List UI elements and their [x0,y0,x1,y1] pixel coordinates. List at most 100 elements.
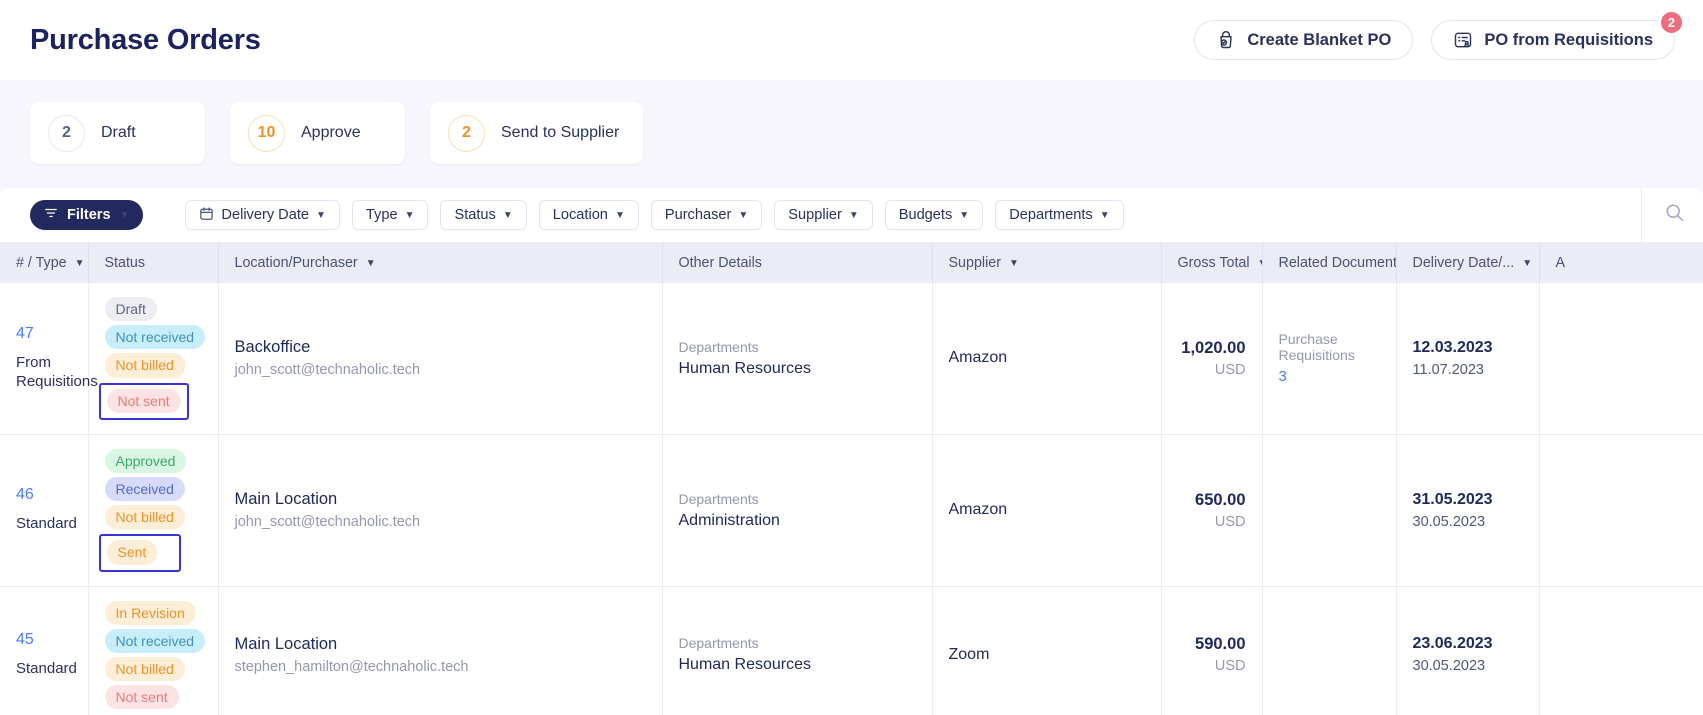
po-number-link[interactable]: 45 [16,631,72,649]
filter-bar: Filters ▼ Delivery Date ▼ Type ▼ Status … [0,188,1703,242]
cell-gross-total: 650.00 USD [1161,434,1263,587]
gross-total-amount: 650.00 [1195,490,1246,509]
column-label: Gross Total [1177,254,1250,271]
status-badge: Not received [104,628,206,653]
po-type: Standard [16,515,77,533]
location-name: Main Location [234,634,338,653]
po-from-requisitions-button[interactable]: PO from Requisitions [1431,20,1675,60]
stat-label-approve: Approve [301,124,361,141]
column-label: Related Documents, # [1278,254,1396,271]
status-badge: Not sent [106,388,181,413]
status-badge: Approved [104,448,187,473]
delivery-date: 12.03.2023 [1412,338,1493,356]
status-badge-list: Approved Received Not billed Sent [98,448,202,572]
column-label: Delivery Date/... [1412,254,1515,271]
filter-chip-type[interactable]: Type ▼ [351,200,429,230]
po-type: Standard [16,660,77,678]
filter-chip-budgets[interactable]: Budgets ▼ [884,200,984,230]
status-summary-cards: 2 Draft 10 Approve 2 Send to Supplier [0,102,1703,164]
gross-total-amount: 590.00 [1195,635,1246,654]
filter-chip-departments[interactable]: Departments ▼ [995,200,1124,230]
status-badge: Not billed [104,505,185,530]
cell-location-purchaser: Main Location stephen_hamilton@technahol… [218,586,663,715]
column-label: Status [104,254,146,271]
column-label: Supplier [948,254,1001,271]
status-badge-list: In Revision Not received Not billed Not sen… [104,600,206,710]
status-badge-list: Draft Not received Not billed Not sent [98,297,206,420]
stat-card-send-to-supplier[interactable]: 2 Send to Supplier [430,102,644,164]
purchaser-email: stephen_hamilton@technaholic.tech [234,658,469,675]
cell-other-details: Departments Human Resources [662,586,933,715]
column-label: Other Details [678,254,762,271]
cell-supplier: Amazon [932,283,1162,435]
related-documents-link[interactable]: 3 [1279,368,1380,385]
purchase-orders-page: Purchase Orders Create Blanket PO PO fro… [0,0,1703,715]
column-header-delivery-date[interactable]: Delivery Date/... ▼ [1396,242,1540,283]
status-badge: Not received [104,325,206,350]
search-button[interactable] [1641,188,1685,242]
status-badge: Sent [106,540,158,565]
search-icon [1664,202,1685,228]
stat-card-approve[interactable]: 10 Approve [230,102,405,164]
purchaser-email: john_scott@technaholic.tech [234,514,421,531]
create-blanket-po-label: Create Blanket PO [1247,30,1392,49]
other-details-label: Departments [678,338,759,355]
filter-chip-label: Status [454,207,496,223]
column-header-approver: A [1539,242,1703,283]
table-row[interactable]: 47 From Requisitions Draft Not received No… [0,283,1703,435]
page-header: Purchase Orders Create Blanket PO PO fro… [0,0,1703,80]
header-actions: Create Blanket PO PO from Requisitions 2 [1194,10,1684,60]
supplier-name: Amazon [948,349,1008,367]
cell-other-details: Departments Human Resources [662,283,933,435]
status-badge-focused[interactable]: Sent [98,534,181,572]
chevron-down-icon: ▼ [119,210,130,221]
chevron-down-icon: ▼ [1258,258,1261,269]
create-blanket-po-button[interactable]: Create Blanket PO [1194,20,1414,60]
requisition-card-icon [1453,30,1473,50]
location-name: Main Location [234,490,338,509]
po-number-link[interactable]: 47 [16,325,72,343]
table-row[interactable]: 45 Standard In Revision Not received Not b… [0,586,1703,715]
cell-related-documents [1262,434,1397,587]
gross-total-amount: 1,020.00 [1181,338,1246,357]
column-header-gross-total[interactable]: Gross Total ▼ [1161,242,1263,283]
column-label: A [1555,254,1566,271]
supplier-name: Zoom [948,645,990,663]
filters-button-label: Filters [67,207,111,223]
bag-check-icon [1216,30,1236,50]
cell-delivery-date: 23.06.2023 30.05.2023 [1396,586,1540,715]
chevron-down-icon: ▼ [1522,257,1533,269]
filter-chip-location[interactable]: Location ▼ [538,200,639,230]
filter-icon [44,206,58,224]
chevron-down-icon: ▼ [614,210,625,221]
filter-chip-supplier[interactable]: Supplier ▼ [774,200,873,230]
filter-chip-purchaser[interactable]: Purchaser ▼ [650,200,763,230]
column-header-number-type[interactable]: # / Type ▼ [0,242,89,283]
status-badge-focused[interactable]: Not sent [98,382,189,420]
purchaser-email: john_scott@technaholic.tech [234,362,421,379]
cell-approver [1539,283,1703,435]
column-header-location-purchaser[interactable]: Location/Purchaser ▼ [218,242,663,283]
stat-card-draft[interactable]: 2 Draft [30,102,205,164]
column-header-status: Status [88,242,219,283]
column-header-supplier[interactable]: Supplier ▼ [932,242,1162,283]
delivery-date: 23.06.2023 [1412,635,1493,653]
cell-status: Approved Received Not billed Sent [88,434,219,587]
cell-location-purchaser: Backoffice john_scott@technaholic.tech [218,283,663,435]
cell-number-type: 46 Standard [0,434,89,587]
delivery-date: 31.05.2023 [1412,490,1493,508]
status-badge: Not sent [104,685,179,710]
po-number-link[interactable]: 46 [16,486,72,504]
filter-chip-status[interactable]: Status ▼ [440,200,527,230]
po-from-requisitions-label: PO from Requisitions [1484,30,1653,49]
cell-approver [1539,586,1703,715]
chevron-down-icon: ▼ [74,257,85,269]
stat-count-send-to-supplier: 2 [448,114,485,152]
column-label: # / Type [16,254,67,271]
cell-status: In Revision Not received Not billed Not sen… [88,586,219,715]
table-row[interactable]: 46 Standard Approved Received Not billed Se… [0,434,1703,587]
filters-button[interactable]: Filters ▼ [30,200,144,230]
filter-chip-delivery-date[interactable]: Delivery Date ▼ [185,200,340,230]
delivery-date-secondary: 11.07.2023 [1412,361,1485,378]
other-details-label: Departments [678,635,759,652]
